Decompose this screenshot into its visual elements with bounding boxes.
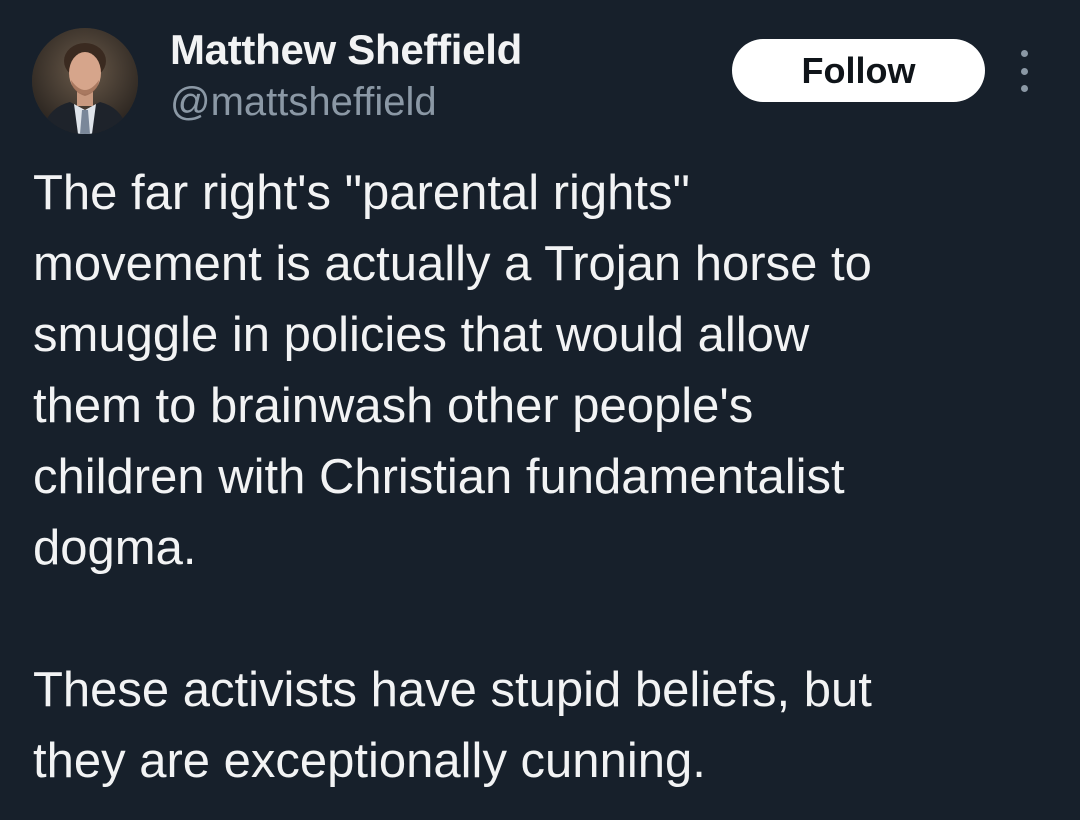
follow-button[interactable]: Follow <box>732 39 985 102</box>
tweet-paragraph: These activists have stupid beliefs, but… <box>33 663 872 788</box>
profile-photo-icon <box>32 28 138 134</box>
tweet-paragraph: The far right's "parental rights" moveme… <box>33 166 872 575</box>
author-name[interactable]: Matthew Sheffield <box>170 26 522 74</box>
author-handle[interactable]: @mattsheffield <box>170 80 437 125</box>
more-dot <box>1020 85 1028 92</box>
more-dot <box>1020 67 1028 75</box>
more-dot <box>1020 50 1028 57</box>
avatar[interactable] <box>32 28 138 134</box>
tweet-body: The far right's "parental rights" moveme… <box>33 158 1053 797</box>
more-vertical-icon[interactable] <box>1012 50 1036 92</box>
tweet-card: Matthew Sheffield @mattsheffield Follow … <box>0 0 1080 820</box>
